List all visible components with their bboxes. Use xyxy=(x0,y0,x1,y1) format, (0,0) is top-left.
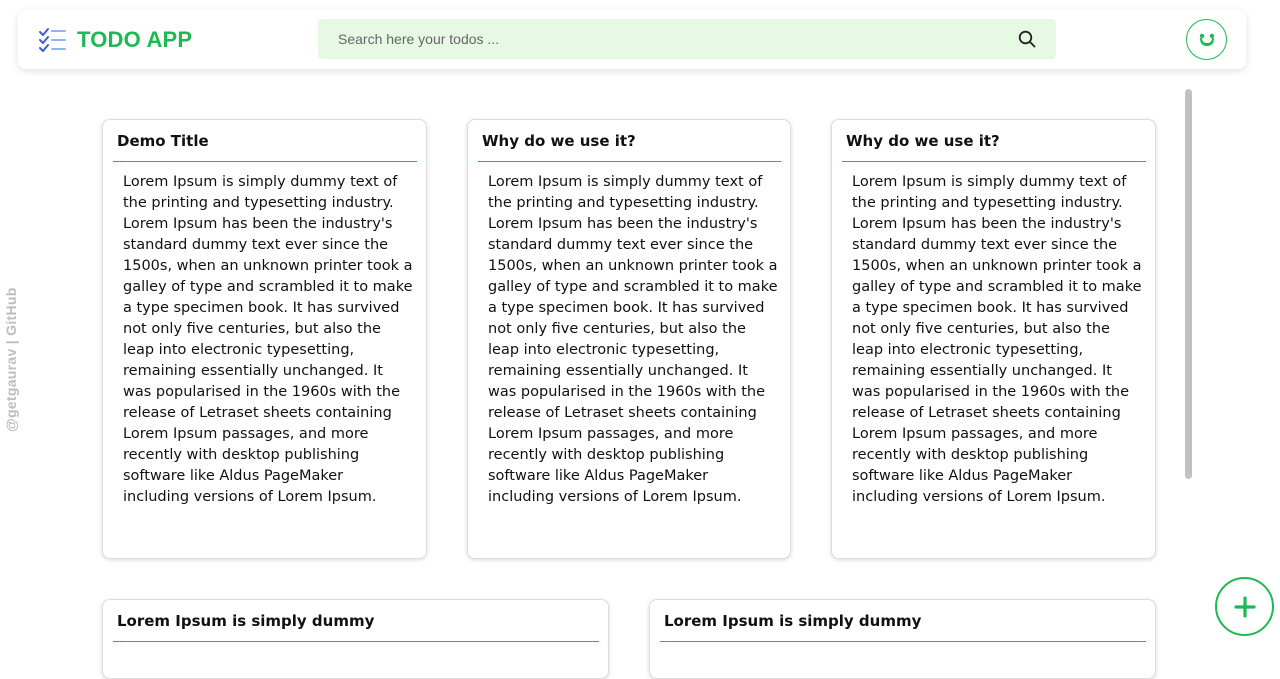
scrollbar-thumb[interactable] xyxy=(1185,89,1192,479)
todo-title: Demo Title xyxy=(117,132,209,150)
todo-card[interactable]: Why do we use it? Lorem Ipsum is simply … xyxy=(831,119,1156,559)
app-header: TODO APP xyxy=(18,10,1246,69)
search-bar xyxy=(318,19,1056,59)
todo-body: Lorem Ipsum is simply dummy text of the … xyxy=(852,174,1142,505)
todo-card[interactable]: Lorem Ipsum is simply dummy xyxy=(102,599,609,679)
todo-card[interactable]: Why do we use it? Lorem Ipsum is simply … xyxy=(467,119,791,559)
todo-divider xyxy=(113,641,599,642)
search-icon[interactable] xyxy=(1018,30,1036,48)
todo-body: Lorem Ipsum is simply dummy text of the … xyxy=(123,174,413,505)
add-todo-button[interactable] xyxy=(1215,577,1274,636)
todo-title: Why do we use it? xyxy=(482,132,636,150)
plus-icon xyxy=(1233,595,1256,618)
todo-card[interactable]: Demo Title Lorem Ipsum is simply dummy t… xyxy=(102,119,427,559)
todo-title: Why do we use it? xyxy=(846,132,1000,150)
watermark-text: @getgaurav | GitHub xyxy=(3,287,19,432)
todo-divider xyxy=(842,161,1146,162)
todo-title: Lorem Ipsum is simply dummy xyxy=(117,612,375,630)
app-title: TODO APP xyxy=(77,27,193,52)
todo-card[interactable]: Lorem Ipsum is simply dummy xyxy=(649,599,1156,679)
todo-body: Lorem Ipsum is simply dummy text of the … xyxy=(488,174,778,505)
search-input[interactable] xyxy=(318,19,998,59)
smiley-icon xyxy=(1199,33,1214,46)
todo-divider xyxy=(660,641,1146,642)
user-avatar[interactable] xyxy=(1186,19,1227,60)
todo-divider xyxy=(478,161,781,162)
todo-title: Lorem Ipsum is simply dummy xyxy=(664,612,922,630)
todo-divider xyxy=(113,161,417,162)
checklist-icon xyxy=(39,28,66,52)
